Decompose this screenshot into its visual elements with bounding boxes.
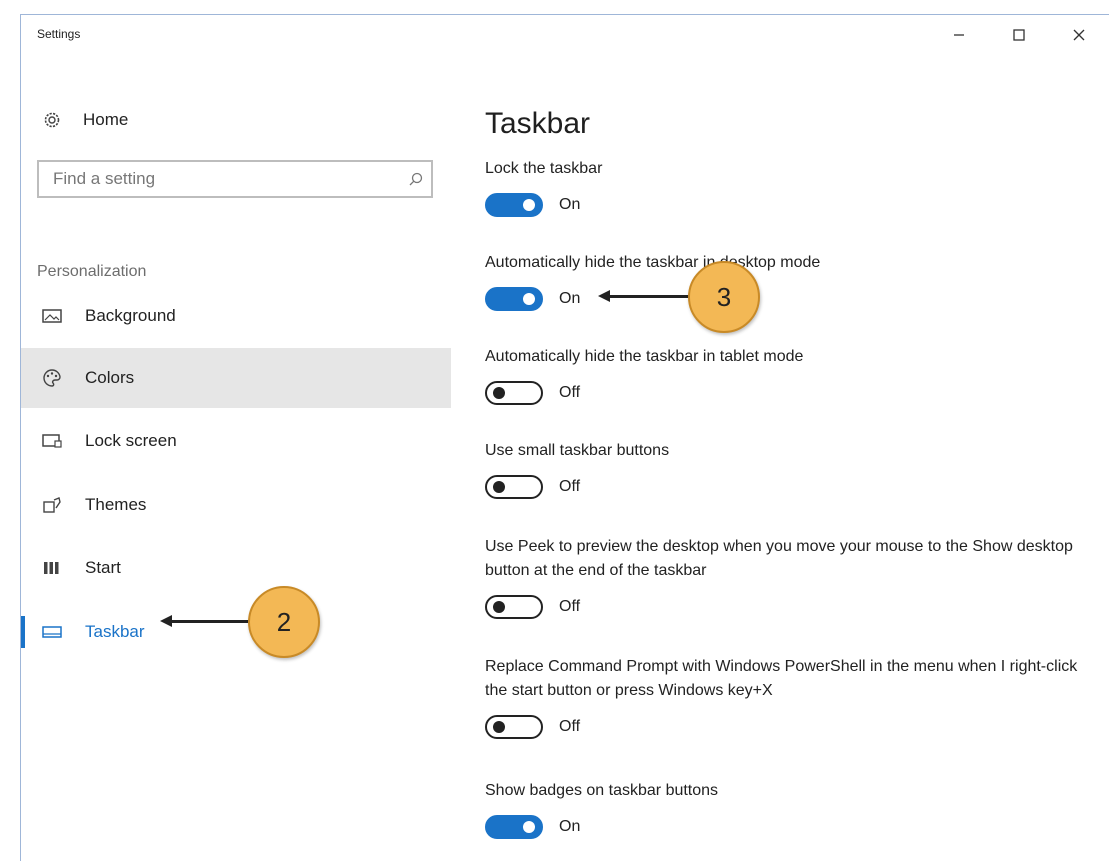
settings-window: Settings Home Find a setting Personaliza… (20, 14, 1109, 861)
setting-powershell: Replace Command Prompt with Windows Powe… (485, 655, 1085, 739)
themes-icon (41, 494, 63, 516)
callout-badge: 2 (248, 586, 320, 658)
sidebar-item-label: Taskbar (85, 622, 145, 641)
colors-icon (41, 367, 63, 389)
gear-icon (41, 109, 63, 131)
callout-arrow (598, 290, 690, 302)
sidebar-item-lock-screen[interactable]: Lock screen (21, 411, 451, 471)
main-panel: Taskbar Lock the taskbar On Automaticall… (485, 53, 1109, 861)
setting-autohide-desktop: Automatically hide the taskbar in deskto… (485, 251, 1085, 311)
sidebar: Home Find a setting Personalization Back… (21, 53, 451, 861)
window-title: Settings (37, 27, 81, 41)
sidebar-item-colors[interactable]: Colors (21, 348, 451, 408)
sidebar-item-start[interactable]: Start (21, 538, 451, 598)
toggle-state: Off (559, 384, 581, 401)
taskbar-icon (41, 621, 63, 643)
setting-lock-taskbar: Lock the taskbar On (485, 157, 1085, 217)
sidebar-item-label: Start (85, 558, 121, 577)
minimize-icon (954, 34, 964, 36)
toggle-state: On (559, 818, 581, 835)
start-icon (41, 557, 63, 579)
setting-small-buttons: Use small taskbar buttons Off (485, 439, 1085, 499)
sidebar-item-themes[interactable]: Themes (21, 475, 451, 535)
peek-toggle[interactable] (485, 595, 543, 619)
title-bar: Settings (21, 15, 1109, 53)
powershell-toggle[interactable] (485, 715, 543, 739)
minimize-button[interactable] (929, 19, 989, 51)
window-controls (929, 19, 1109, 51)
sidebar-item-label: Lock screen (85, 431, 177, 450)
toggle-state: Off (559, 478, 581, 495)
toggle-state: On (559, 290, 581, 307)
setting-label: Show badges on taskbar buttons (485, 782, 719, 799)
close-button[interactable] (1049, 19, 1109, 51)
maximize-icon (1013, 29, 1025, 41)
setting-label: Automatically hide the taskbar in deskto… (485, 254, 821, 271)
autohide-desktop-toggle[interactable] (485, 287, 543, 311)
setting-badges: Show badges on taskbar buttons On (485, 779, 1085, 839)
toggle-state: On (559, 196, 581, 213)
setting-peek: Use Peek to preview the desktop when you… (485, 535, 1085, 619)
toggle-state: Off (559, 598, 581, 615)
maximize-button[interactable] (989, 19, 1049, 51)
callout-badge: 3 (688, 261, 760, 333)
search-input[interactable]: Find a setting (39, 169, 401, 189)
lock-screen-icon (41, 430, 63, 452)
close-icon (1073, 29, 1085, 41)
small-buttons-toggle[interactable] (485, 475, 543, 499)
search-icon[interactable] (401, 171, 431, 187)
sidebar-item-label: Background (85, 306, 176, 325)
setting-autohide-tablet: Automatically hide the taskbar in tablet… (485, 345, 1085, 405)
setting-label: Use small taskbar buttons (485, 442, 670, 459)
setting-label: Replace Command Prompt with Windows Powe… (485, 658, 1078, 699)
setting-label: Automatically hide the taskbar in tablet… (485, 348, 804, 365)
sidebar-item-label: Themes (85, 495, 147, 514)
lock-taskbar-toggle[interactable] (485, 193, 543, 217)
autohide-tablet-toggle[interactable] (485, 381, 543, 405)
search-box[interactable]: Find a setting (37, 160, 433, 198)
setting-label: Lock the taskbar (485, 160, 603, 177)
section-heading: Personalization (37, 263, 147, 280)
selection-indicator (21, 616, 25, 648)
sidebar-item-background[interactable]: Background (21, 286, 451, 346)
sidebar-item-label: Colors (85, 368, 135, 387)
badges-toggle[interactable] (485, 815, 543, 839)
setting-label: Use Peek to preview the desktop when you… (485, 538, 1073, 579)
home-label: Home (83, 110, 129, 129)
callout-arrow (160, 615, 250, 627)
sidebar-item-taskbar[interactable]: Taskbar (21, 602, 451, 662)
toggle-state: Off (559, 718, 581, 735)
page-title: Taskbar (485, 107, 591, 140)
home-link[interactable]: Home (41, 105, 128, 135)
background-icon (41, 305, 63, 327)
